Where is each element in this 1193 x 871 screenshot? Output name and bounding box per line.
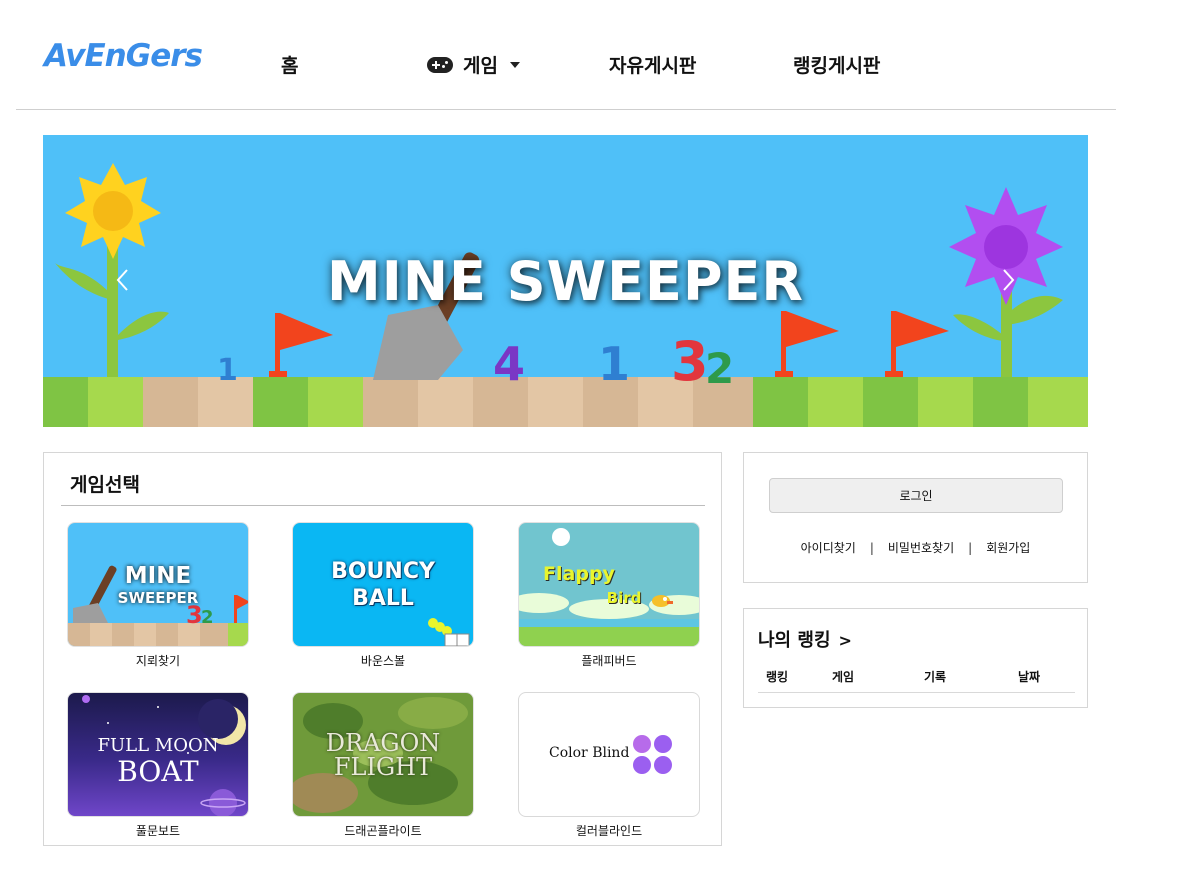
nav-home[interactable]: 홈 xyxy=(281,51,298,78)
game-label: 바운스볼 xyxy=(360,654,406,668)
carousel-next-button[interactable] xyxy=(998,265,1018,295)
game-select-panel: 게임선택 3 2 MINE SWEEPER 지뢰찾기 BOUNCY BALL 바… xyxy=(43,452,722,846)
game-card-dragonflight[interactable]: DRAGON FLIGHT 드래곤플라이트 xyxy=(292,692,474,839)
bouncyball-thumbnail: BOUNCY BALL xyxy=(292,522,474,647)
minesweeper-thumb-line1: MINE xyxy=(124,563,192,589)
my-ranking-link[interactable]: 나의 랭킹 > xyxy=(758,626,852,652)
dragonflight-thumbnail: DRAGON FLIGHT xyxy=(292,692,474,817)
svg-text:2: 2 xyxy=(201,607,214,628)
carousel-prev-button[interactable] xyxy=(113,265,133,295)
page: AvEnGers 홈 게임 자유게시판 랭킹게시판 4 1 3 2 1 MINE… xyxy=(0,0,1193,871)
flappybird-thumbnail: Flappy Bird xyxy=(518,522,700,647)
svg-text:2: 2 xyxy=(705,344,734,393)
fullmoonboat-thumb-line1: FULL MOON xyxy=(97,735,219,756)
nav-game-label: 게임 xyxy=(463,55,498,77)
find-password-link[interactable]: 비밀번호찾기 xyxy=(888,539,954,556)
my-ranking-title: 나의 랭킹 xyxy=(758,630,831,651)
colorblind-thumbnail: Color Blind xyxy=(518,692,700,817)
gamepad-icon xyxy=(427,56,453,73)
carousel-title: MINE SWEEPER xyxy=(327,250,804,313)
svg-text:1: 1 xyxy=(598,337,630,391)
minesweeper-thumb-line2: SWEEPER xyxy=(117,589,199,607)
link-separator: | xyxy=(968,540,973,555)
flag-icon xyxy=(885,311,949,377)
game-label: 풀문보트 xyxy=(135,824,181,838)
svg-text:4: 4 xyxy=(493,337,525,391)
column-header-date: 날짜 xyxy=(1018,670,1041,684)
column-header-game: 게임 xyxy=(832,670,855,684)
find-id-link[interactable]: 아이디찾기 xyxy=(801,539,856,556)
chevron-left-icon xyxy=(116,269,128,291)
ranking-table-header: 랭킹 게임 기록 날짜 xyxy=(758,668,1075,693)
game-card-fullmoonboat[interactable]: FULL MOON BOAT 풀문보트 xyxy=(67,692,249,839)
link-separator: | xyxy=(869,540,874,555)
game-card-colorblind[interactable]: Color Blind 컬러블라인드 xyxy=(518,692,700,839)
game-card-minesweeper[interactable]: 3 2 MINE SWEEPER 지뢰찾기 xyxy=(67,522,249,669)
divider xyxy=(61,505,705,506)
nav-ranking-board[interactable]: 랭킹게시판 xyxy=(793,51,880,78)
minesweeper-thumbnail: 3 2 MINE SWEEPER xyxy=(67,522,249,647)
column-header-rank: 랭킹 xyxy=(766,670,789,684)
fullmoonboat-thumbnail: FULL MOON BOAT xyxy=(67,692,249,817)
account-links: 아이디찾기 | 비밀번호찾기 | 회원가입 xyxy=(744,539,1087,556)
game-label: 플래피버드 xyxy=(581,654,637,668)
flappybird-thumb-line1: Flappy xyxy=(543,563,615,585)
flag-icon xyxy=(775,311,839,377)
flappybird-thumb-line2: Bird xyxy=(606,589,642,607)
ground-tiles xyxy=(43,377,1088,427)
dragonflight-thumb-line2: FLIGHT xyxy=(333,753,433,781)
login-panel: 로그인 아이디찾기 | 비밀번호찾기 | 회원가입 xyxy=(743,452,1088,583)
hero-carousel[interactable]: 4 1 3 2 1 MINE SWEEPER xyxy=(43,135,1088,427)
svg-text:3: 3 xyxy=(671,330,709,393)
chevron-right-icon xyxy=(1003,269,1015,291)
game-card-bouncyball[interactable]: BOUNCY BALL 바운스볼 xyxy=(292,522,474,669)
site-header: AvEnGers 홈 게임 자유게시판 랭킹게시판 xyxy=(16,0,1116,110)
signup-link[interactable]: 회원가입 xyxy=(986,539,1030,556)
my-ranking-panel: 나의 랭킹 > 랭킹 게임 기록 날짜 xyxy=(743,608,1088,708)
chevron-right-icon: > xyxy=(838,631,852,650)
nav-game-dropdown[interactable]: 게임 xyxy=(427,51,520,78)
game-label: 드래곤플라이트 xyxy=(344,824,422,838)
flag-icon xyxy=(269,313,333,377)
column-header-record: 기록 xyxy=(924,670,947,684)
fullmoonboat-thumb-line2: BOAT xyxy=(117,755,199,788)
game-label: 컬러블라인드 xyxy=(575,824,643,838)
color-dots-icon xyxy=(633,735,672,774)
game-label: 지뢰찾기 xyxy=(135,654,181,668)
caret-down-icon xyxy=(509,61,520,68)
site-logo[interactable]: AvEnGers xyxy=(44,38,203,74)
login-button[interactable]: 로그인 xyxy=(769,478,1063,513)
game-card-flappybird[interactable]: Flappy Bird 플래피버드 xyxy=(518,522,700,669)
game-select-title: 게임선택 xyxy=(70,474,140,496)
svg-text:1: 1 xyxy=(217,353,238,388)
nav-free-board[interactable]: 자유게시판 xyxy=(609,51,696,78)
